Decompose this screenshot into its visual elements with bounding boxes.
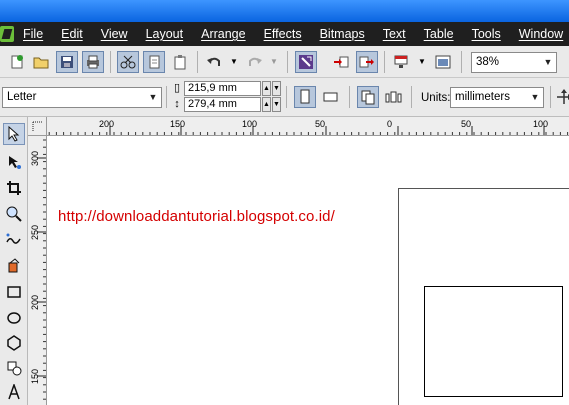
drawing-canvas[interactable]: http://downloaddantutorial.blogspot.co.i… <box>47 136 569 405</box>
title-bar <box>0 0 569 22</box>
landscape-orientation-button[interactable] <box>320 86 342 108</box>
menu-arrange[interactable]: Arrange <box>192 22 254 46</box>
ruler-h-label: 0 <box>387 119 392 129</box>
menu-tools[interactable]: Tools <box>463 22 510 46</box>
toolbar-separator <box>349 86 350 108</box>
ruler-v-label: 150 <box>30 369 40 384</box>
new-document-icon[interactable] <box>6 51 28 73</box>
ruler-v-label: 250 <box>30 225 40 240</box>
standard-toolbar: ▼ ▼ ▼ 38% ▼ <box>0 46 569 78</box>
rectangle-object[interactable] <box>424 286 563 397</box>
zoom-chevron-down-icon[interactable]: ▼ <box>540 53 556 72</box>
cut-icon[interactable] <box>117 51 139 73</box>
width-spin-up[interactable]: ▲ <box>262 81 271 96</box>
app-logo-icon[interactable] <box>0 22 14 46</box>
units-label: Units: <box>421 92 451 104</box>
copy-icon[interactable] <box>143 51 165 73</box>
menu-window[interactable]: Window <box>510 22 569 46</box>
toolbar-separator <box>286 86 287 108</box>
units-select[interactable]: millimeters ▼ <box>450 87 544 108</box>
export-icon[interactable] <box>356 51 378 73</box>
print-icon[interactable] <box>82 51 104 73</box>
units-chevron-down-icon[interactable]: ▼ <box>527 88 543 107</box>
zoom-tool-icon[interactable] <box>3 203 25 225</box>
ruler-h-label: 150 <box>170 119 185 129</box>
ellipse-tool-icon[interactable] <box>3 307 25 329</box>
toolbar-separator <box>550 86 551 108</box>
page-size-chevron-down-icon[interactable]: ▼ <box>145 88 161 107</box>
polygon-tool-icon[interactable] <box>3 332 25 354</box>
application-launcher-icon[interactable] <box>390 51 412 73</box>
page-height-icon: ↕ <box>174 98 180 110</box>
units-value: millimeters <box>455 91 510 103</box>
ruler-v-label: 200 <box>30 295 40 310</box>
ruler-h-label: 200 <box>99 119 114 129</box>
property-bar: Letter ▼ ▯ 215,9 mm ▲ ▼ ↕ 279,4 mm ▲ ▼ U… <box>0 78 569 117</box>
smart-fill-tool-icon[interactable] <box>3 255 25 277</box>
ruler-origin-corner[interactable] <box>28 117 47 136</box>
horizontal-ruler[interactable]: 200 150 100 50 0 50 100 <box>28 117 569 136</box>
page-width-field[interactable]: 215,9 mm <box>184 81 261 96</box>
toolbar-separator <box>411 86 412 108</box>
page-height-field[interactable]: 279,4 mm <box>184 97 261 112</box>
toolbar-separator <box>461 51 462 73</box>
menu-table[interactable]: Table <box>415 22 463 46</box>
toolbar-separator <box>110 51 111 73</box>
text-tool-icon[interactable] <box>3 381 25 403</box>
page-width-icon: ▯ <box>173 82 181 94</box>
all-pages-button[interactable] <box>357 86 379 108</box>
width-spin-down[interactable]: ▼ <box>272 81 281 96</box>
redo-icon[interactable] <box>244 51 266 73</box>
pick-tool-icon[interactable] <box>3 123 25 145</box>
menu-view[interactable]: View <box>92 22 137 46</box>
menu-bitmaps[interactable]: Bitmaps <box>311 22 374 46</box>
paste-icon[interactable] <box>169 51 191 73</box>
ruler-h-label: 50 <box>461 119 471 129</box>
nudge-distance-icon[interactable] <box>553 86 569 108</box>
import-icon[interactable] <box>330 51 352 73</box>
toolbar-separator <box>287 51 288 73</box>
portrait-orientation-button[interactable] <box>294 86 316 108</box>
height-spin-up[interactable]: ▲ <box>262 97 271 112</box>
undo-dropdown-chevron-icon[interactable]: ▼ <box>228 55 240 69</box>
ruler-v-label: 300 <box>30 151 40 166</box>
crop-tool-icon[interactable] <box>3 177 25 199</box>
toolbar-separator <box>197 51 198 73</box>
welcome-screen-icon[interactable] <box>432 51 454 73</box>
menu-bar: File Edit View Layout Arrange Effects Bi… <box>0 22 569 46</box>
ruler-h-label: 100 <box>242 119 257 129</box>
canvas-url-text[interactable]: http://downloaddantutorial.blogspot.co.i… <box>58 208 335 225</box>
basic-shapes-tool-icon[interactable] <box>3 357 25 379</box>
open-folder-icon[interactable] <box>30 51 52 73</box>
toolbox <box>0 117 28 405</box>
shape-tool-icon[interactable] <box>3 151 25 173</box>
zoom-level-value: 38% <box>476 56 500 68</box>
rectangle-tool-icon[interactable] <box>3 281 25 303</box>
height-spin-down[interactable]: ▼ <box>272 97 281 112</box>
menu-layout[interactable]: Layout <box>137 22 193 46</box>
menu-edit[interactable]: Edit <box>52 22 92 46</box>
launcher-dropdown-chevron-icon[interactable]: ▼ <box>416 55 428 69</box>
menu-text[interactable]: Text <box>374 22 415 46</box>
redo-dropdown-chevron-icon[interactable]: ▼ <box>268 55 280 69</box>
ruler-h-label: 100 <box>533 119 548 129</box>
freehand-tool-icon[interactable] <box>3 229 25 251</box>
menu-effects[interactable]: Effects <box>255 22 311 46</box>
page-size-select[interactable]: Letter ▼ <box>2 87 162 108</box>
page-size-value: Letter <box>7 91 37 103</box>
undo-icon[interactable] <box>203 51 225 73</box>
menu-file[interactable]: File <box>14 22 52 46</box>
search-content-icon[interactable] <box>295 51 317 73</box>
zoom-level-select[interactable]: 38% ▼ <box>471 52 557 73</box>
current-page-button[interactable] <box>383 86 405 108</box>
save-icon[interactable] <box>56 51 78 73</box>
vertical-ruler[interactable]: 300 250 200 150 <box>28 136 47 405</box>
toolbar-separator <box>384 51 385 73</box>
ruler-h-label: 50 <box>315 119 325 129</box>
toolbar-separator <box>166 86 167 108</box>
